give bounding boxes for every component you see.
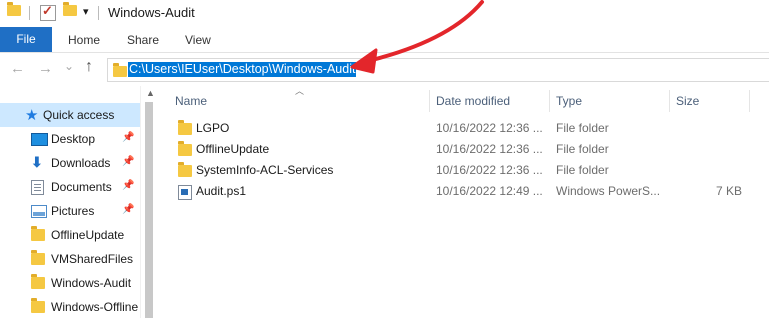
tab-view[interactable]: View bbox=[185, 33, 211, 47]
file-name: Audit.ps1 bbox=[196, 184, 247, 198]
sidebar-scrollbar[interactable]: ▲ bbox=[140, 86, 158, 318]
column-divider[interactable] bbox=[749, 90, 750, 112]
sidebar-item-windows-audit[interactable]: Windows-Audit bbox=[0, 271, 140, 295]
documents-icon bbox=[31, 180, 44, 195]
toolbar-separator bbox=[29, 6, 30, 20]
column-header-date-modified[interactable]: Date modified bbox=[436, 94, 510, 108]
powershell-script-icon bbox=[178, 185, 192, 200]
sidebar-item-label: Documents bbox=[51, 180, 112, 194]
sidebar-item-label: OfflineUpdate bbox=[51, 228, 125, 242]
back-button[interactable]: ← bbox=[10, 60, 25, 77]
recent-locations-button[interactable]: ⌄ bbox=[64, 59, 74, 73]
sidebar-item-vmsharedfiles[interactable]: VMSharedFiles bbox=[0, 247, 140, 271]
up-button[interactable]: ↑ bbox=[85, 58, 93, 76]
folder-icon bbox=[31, 274, 45, 289]
sidebar-item-quick-access[interactable]: ★ Quick access bbox=[0, 103, 140, 127]
sidebar-item-documents[interactable]: Documents 📌 bbox=[0, 175, 140, 199]
pin-icon[interactable]: 📌 bbox=[122, 180, 134, 191]
sidebar-item-label: Pictures bbox=[51, 204, 95, 218]
file-row-offlineupdate[interactable]: OfflineUpdate 10/16/2022 12:36 ... File … bbox=[175, 139, 769, 160]
pin-icon[interactable]: 📌 bbox=[122, 156, 134, 167]
navigation-pane: ★ Quick access Desktop 📌 ⬇ Downloads 📌 D… bbox=[0, 86, 158, 319]
ribbon: File Home Share View bbox=[0, 27, 769, 53]
folder-icon bbox=[7, 2, 21, 16]
file-name: OfflineUpdate bbox=[196, 142, 270, 156]
folder-icon bbox=[178, 120, 192, 135]
toolbar-separator bbox=[98, 6, 99, 20]
file-list: ︿ Name Date modified Type Size LGPO 10/1… bbox=[157, 86, 769, 318]
pictures-icon bbox=[31, 205, 47, 218]
sidebar-item-desktop[interactable]: Desktop 📌 bbox=[0, 127, 140, 151]
column-header-size[interactable]: Size bbox=[676, 94, 699, 108]
folder-icon bbox=[178, 162, 192, 177]
file-name: LGPO bbox=[196, 121, 230, 135]
column-divider[interactable] bbox=[669, 90, 670, 112]
scroll-up-arrow-icon[interactable]: ▲ bbox=[146, 88, 155, 98]
file-size: 7 KB bbox=[715, 184, 742, 198]
file-type: File folder bbox=[556, 163, 609, 177]
file-date-modified: 10/16/2022 12:49 ... bbox=[436, 184, 543, 198]
file-type: File folder bbox=[556, 142, 609, 156]
sidebar-item-windows-offline[interactable]: Windows-Offline bbox=[0, 295, 140, 319]
file-row-audit-ps1[interactable]: Audit.ps1 10/16/2022 12:49 ... Windows P… bbox=[175, 181, 769, 202]
sidebar-item-label: Quick access bbox=[43, 108, 115, 122]
address-bar[interactable]: C:\Users\IEUser\Desktop\Windows-Audit bbox=[107, 58, 769, 82]
pin-icon[interactable]: 📌 bbox=[122, 204, 134, 215]
tab-file[interactable]: File bbox=[0, 27, 52, 52]
star-icon: ★ bbox=[25, 107, 39, 124]
tab-share[interactable]: Share bbox=[127, 33, 159, 47]
column-header-name[interactable]: Name bbox=[175, 94, 207, 108]
desktop-icon bbox=[31, 133, 48, 146]
sidebar-item-label: VMSharedFiles bbox=[51, 252, 134, 266]
file-name: SystemInfo-ACL-Services bbox=[196, 163, 334, 177]
column-header-type[interactable]: Type bbox=[556, 94, 582, 108]
folder-icon bbox=[31, 226, 45, 241]
folder-icon bbox=[31, 298, 45, 313]
column-divider[interactable] bbox=[429, 90, 430, 112]
file-date-modified: 10/16/2022 12:36 ... bbox=[436, 121, 543, 135]
download-icon: ⬇ bbox=[31, 154, 43, 170]
sidebar-item-label: Windows-Offline bbox=[51, 300, 139, 314]
forward-button[interactable]: → bbox=[38, 60, 53, 77]
file-date-modified: 10/16/2022 12:36 ... bbox=[436, 142, 543, 156]
sidebar-item-label: Windows-Audit bbox=[51, 276, 132, 290]
sidebar-item-label: Downloads bbox=[51, 156, 111, 170]
sort-ascending-icon: ︿ bbox=[295, 86, 305, 96]
file-row-lgpo[interactable]: LGPO 10/16/2022 12:36 ... File folder bbox=[175, 118, 769, 139]
address-path[interactable]: C:\Users\IEUser\Desktop\Windows-Audit bbox=[128, 62, 357, 77]
tab-home[interactable]: Home bbox=[68, 33, 100, 47]
sidebar-item-offlineupdate[interactable]: OfflineUpdate bbox=[0, 223, 140, 247]
navigation-bar: ← → ⌄ ↑ C:\Users\IEUser\Desktop\Windows-… bbox=[0, 53, 769, 86]
folder-icon bbox=[113, 63, 127, 77]
window-title: Windows-Audit bbox=[108, 5, 195, 20]
file-date-modified: 10/16/2022 12:36 ... bbox=[436, 163, 543, 177]
new-folder-icon[interactable] bbox=[63, 2, 77, 16]
folder-icon bbox=[31, 250, 45, 265]
file-type: Windows PowerS... bbox=[556, 184, 661, 198]
title-bar: ▾ Windows-Audit bbox=[0, 0, 769, 27]
column-divider[interactable] bbox=[549, 90, 550, 112]
properties-icon[interactable] bbox=[40, 3, 56, 21]
customize-toolbar-dropdown[interactable]: ▾ bbox=[83, 5, 89, 18]
sidebar-item-downloads[interactable]: ⬇ Downloads 📌 bbox=[0, 151, 140, 175]
pin-icon[interactable]: 📌 bbox=[122, 132, 134, 143]
file-row-systeminfo-acl-services[interactable]: SystemInfo-ACL-Services 10/16/2022 12:36… bbox=[175, 160, 769, 181]
file-type: File folder bbox=[556, 121, 609, 135]
scrollbar-thumb[interactable] bbox=[145, 102, 153, 318]
folder-icon bbox=[178, 141, 192, 156]
sidebar-item-label: Desktop bbox=[51, 132, 96, 146]
sidebar-item-pictures[interactable]: Pictures 📌 bbox=[0, 199, 140, 223]
